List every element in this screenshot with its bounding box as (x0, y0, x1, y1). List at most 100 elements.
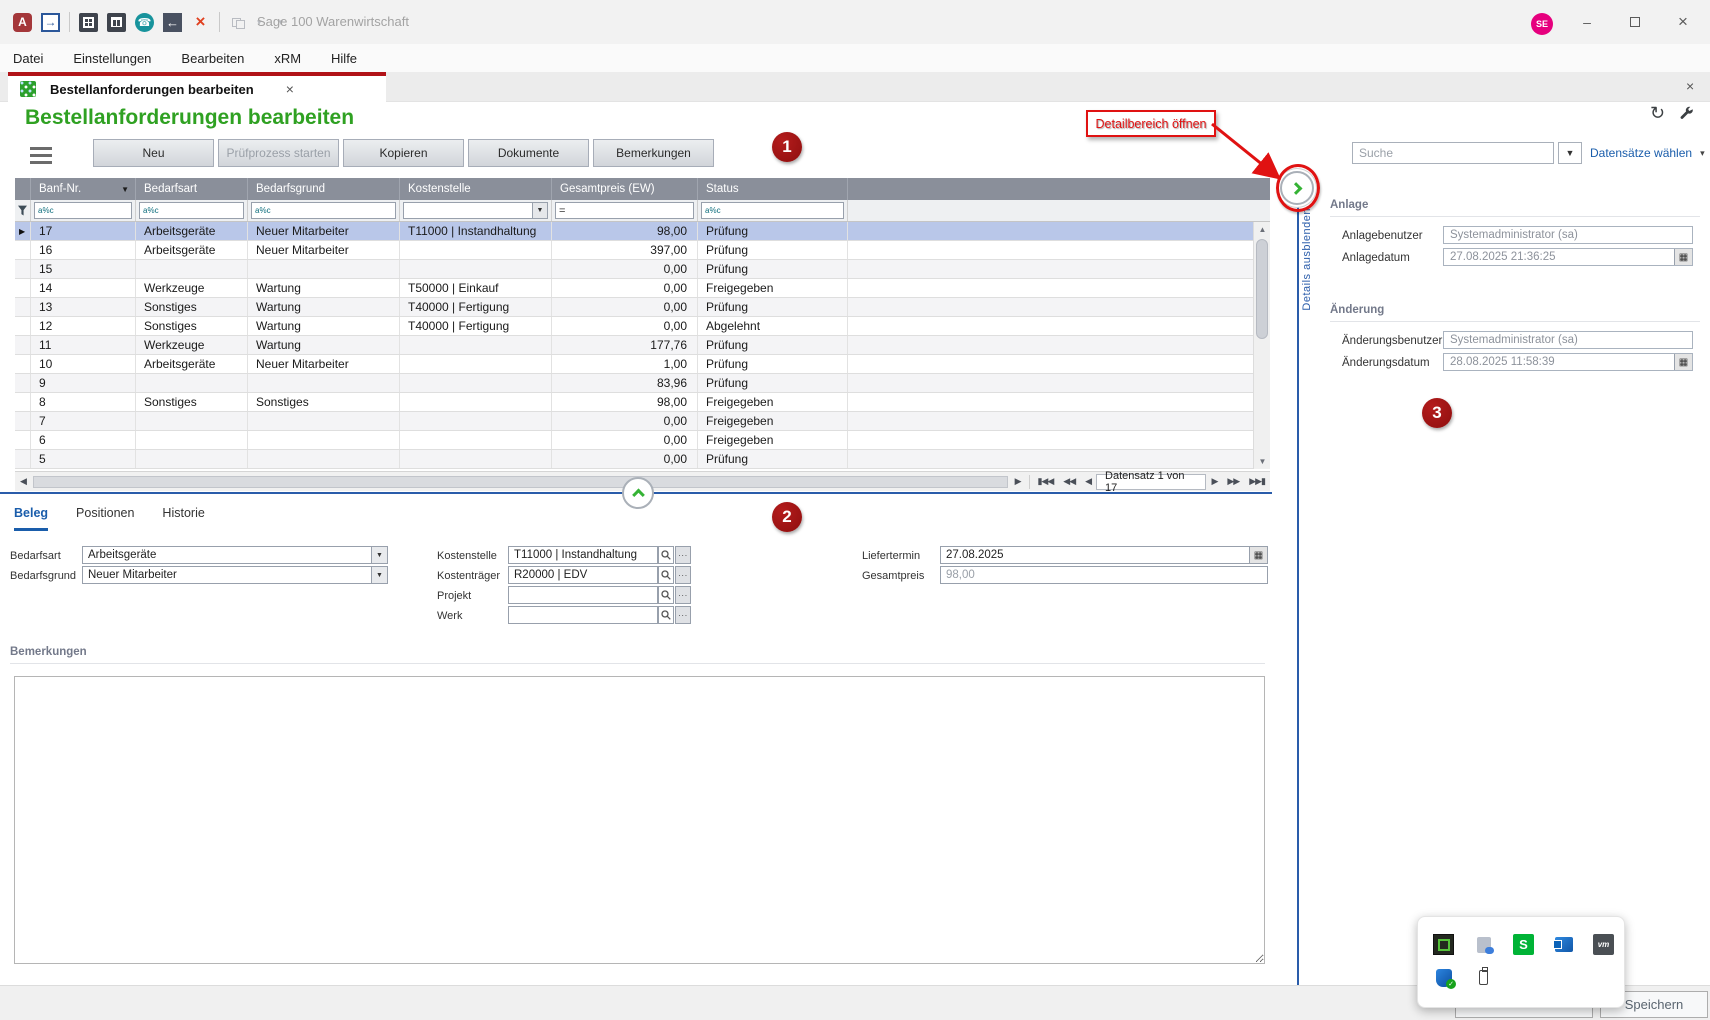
search-filter-icon[interactable]: ▼ (1558, 142, 1582, 164)
tab-close-icon[interactable]: × (286, 81, 294, 97)
table-row[interactable]: 7 0,00 Freigegeben (15, 412, 1270, 431)
minimize-button[interactable]: – (1572, 10, 1602, 34)
refresh-icon[interactable]: ↻ (1650, 103, 1665, 124)
hscroll-left-icon[interactable]: ◀ (15, 476, 31, 487)
windows-security-icon[interactable]: ✓ (1433, 967, 1454, 988)
table-row[interactable]: 10 Arbeitsgeräte Neuer Mitarbeiter 1,00 … (15, 355, 1270, 374)
tabstrip-close-icon[interactable]: × (1686, 78, 1694, 94)
toolbar-button[interactable]: Prüfprozess starten (218, 139, 339, 167)
toolbar-button[interactable]: Kopieren (343, 139, 464, 167)
more-icon[interactable]: ··· (675, 566, 691, 584)
column-header-gesamtpreis[interactable]: Gesamtpreis (EW) (552, 178, 698, 200)
record-prev-icon[interactable]: ◀ (1080, 476, 1096, 487)
record-next-page-icon[interactable]: ▶▶ (1222, 476, 1244, 487)
more-icon[interactable]: ··· (675, 546, 691, 564)
more-icon[interactable]: ··· (675, 586, 691, 604)
dropdown-icon[interactable]: ▼ (371, 567, 387, 583)
hscrollbar-thumb[interactable] (33, 476, 1008, 488)
search-input[interactable] (1352, 142, 1554, 164)
projekt-field[interactable] (508, 586, 658, 604)
filter-input-status[interactable]: a%c (701, 202, 844, 219)
table-row[interactable]: 6 0,00 Freigegeben (15, 431, 1270, 450)
maximize-button[interactable] (1620, 10, 1650, 34)
calendar-icon[interactable]: ▦ (1674, 354, 1692, 370)
menu-item[interactable]: Bearbeiten (181, 51, 244, 66)
collapse-detail-button[interactable] (622, 477, 654, 509)
detail-tab[interactable]: Beleg (14, 506, 48, 531)
table-row[interactable]: 11 Werkzeuge Wartung 177,76 Prüfung (15, 336, 1270, 355)
scroll-down-icon[interactable]: ▼ (1254, 454, 1271, 469)
table-row[interactable]: 14 Werkzeuge Wartung T50000 | Einkauf 0,… (15, 279, 1270, 298)
more-icon[interactable]: ··· (675, 606, 691, 624)
phone-icon[interactable]: ☎ (135, 13, 154, 32)
detail-tab[interactable]: Positionen (76, 506, 134, 531)
menu-item[interactable]: Hilfe (331, 51, 357, 66)
usb-device-icon[interactable] (1473, 967, 1494, 988)
remote-app-icon[interactable] (1433, 934, 1454, 955)
search-icon[interactable] (658, 606, 674, 624)
records-select-link[interactable]: Datensätze wählen▾ (1590, 146, 1705, 160)
filter-select-kostenstelle[interactable]: ▼ (403, 202, 548, 219)
record-last-icon[interactable]: ▶▶▮ (1244, 476, 1270, 487)
calendar-icon[interactable]: ▦ (1674, 249, 1692, 265)
column-header-kostenstelle[interactable]: Kostenstelle (400, 178, 552, 200)
liefertermin-field[interactable]: 27.08.2025▦ (940, 546, 1268, 564)
detail-tab[interactable]: Historie (162, 506, 204, 531)
column-header-banf-nr[interactable]: Banf-Nr.▼ (31, 178, 136, 200)
column-header-bedarfsgrund[interactable]: Bedarfsgrund (248, 178, 400, 200)
search-icon[interactable] (658, 566, 674, 584)
print-server-icon[interactable] (1473, 934, 1494, 955)
outlook-icon[interactable] (1553, 934, 1574, 955)
details-collapse-label[interactable]: Details ausblenden (1301, 208, 1313, 311)
menu-item[interactable]: Datei (13, 51, 43, 66)
record-first-icon[interactable]: ▮◀◀ (1032, 476, 1058, 487)
filter-input-gesamtpreis[interactable]: = (555, 202, 694, 219)
calculator-icon[interactable] (79, 13, 98, 32)
scrollbar-thumb[interactable] (1256, 239, 1268, 339)
back-arrow-icon[interactable]: ← (163, 13, 182, 32)
delete-icon[interactable]: × (191, 13, 210, 32)
search-icon[interactable] (658, 586, 674, 604)
werk-field[interactable] (508, 606, 658, 624)
filter-input-banf-nr[interactable]: a%c (34, 202, 132, 219)
record-next-icon[interactable]: ▶ (1206, 476, 1222, 487)
vmware-icon[interactable]: vm (1593, 934, 1614, 955)
sort-caret-icon[interactable]: ▼ (121, 185, 129, 194)
menu-item[interactable]: Einstellungen (73, 51, 151, 66)
toolbar-button[interactable]: Dokumente (468, 139, 589, 167)
export-icon[interactable]: → (41, 13, 60, 32)
table-vertical-scrollbar[interactable]: ▲ ▼ (1253, 222, 1270, 469)
table-row[interactable]: 15 0,00 Prüfung (15, 260, 1270, 279)
table-row[interactable]: 9 83,96 Prüfung (15, 374, 1270, 393)
column-header-bedarfsart[interactable]: Bedarfsart (136, 178, 248, 200)
filter-input-bedarfsgrund[interactable]: a%c (251, 202, 396, 219)
record-prev-page-icon[interactable]: ◀◀ (1058, 476, 1080, 487)
close-button[interactable]: × (1668, 10, 1698, 34)
settings-wrench-icon[interactable] (1679, 106, 1695, 122)
table-row[interactable]: 13 Sonstiges Wartung T40000 | Fertigung … (15, 298, 1270, 317)
kostentraeger-field[interactable]: R20000 | EDV (508, 566, 658, 584)
toolbar-button[interactable]: Neu (93, 139, 214, 167)
column-header-status[interactable]: Status (698, 178, 848, 200)
table-row[interactable]: 8 Sonstiges Sonstiges 98,00 Freigegeben (15, 393, 1270, 412)
filter-funnel-icon[interactable] (15, 200, 31, 221)
table-row[interactable]: 16 Arbeitsgeräte Neuer Mitarbeiter 397,0… (15, 241, 1270, 260)
tab-bestellanforderungen[interactable]: Bestellanforderungen bearbeiten × (8, 72, 386, 102)
splitter-vertical[interactable] (1297, 205, 1299, 985)
access-app-icon[interactable]: A (13, 13, 32, 32)
scroll-up-icon[interactable]: ▲ (1254, 222, 1271, 237)
toolbar-button[interactable]: Bemerkungen (593, 139, 714, 167)
calendar-icon[interactable] (107, 13, 126, 32)
dropdown-icon[interactable]: ▼ (371, 547, 387, 563)
kostenstelle-field[interactable]: T11000 | Instandhaltung (508, 546, 658, 564)
sage-icon[interactable]: S (1513, 934, 1534, 955)
bedarfsgrund-select[interactable]: Neuer Mitarbeiter▼ (82, 566, 388, 584)
hamburger-menu-icon[interactable] (30, 147, 52, 164)
filter-input-bedarfsart[interactable]: a%c (139, 202, 244, 219)
bedarfsart-select[interactable]: Arbeitsgeräte▼ (82, 546, 388, 564)
menu-item[interactable]: xRM (274, 51, 301, 66)
hscroll-right-icon[interactable]: ▶ (1010, 476, 1026, 487)
table-row[interactable]: 5 0,00 Prüfung (15, 450, 1270, 469)
bemerkungen-textarea[interactable] (14, 676, 1265, 964)
search-icon[interactable] (658, 546, 674, 564)
